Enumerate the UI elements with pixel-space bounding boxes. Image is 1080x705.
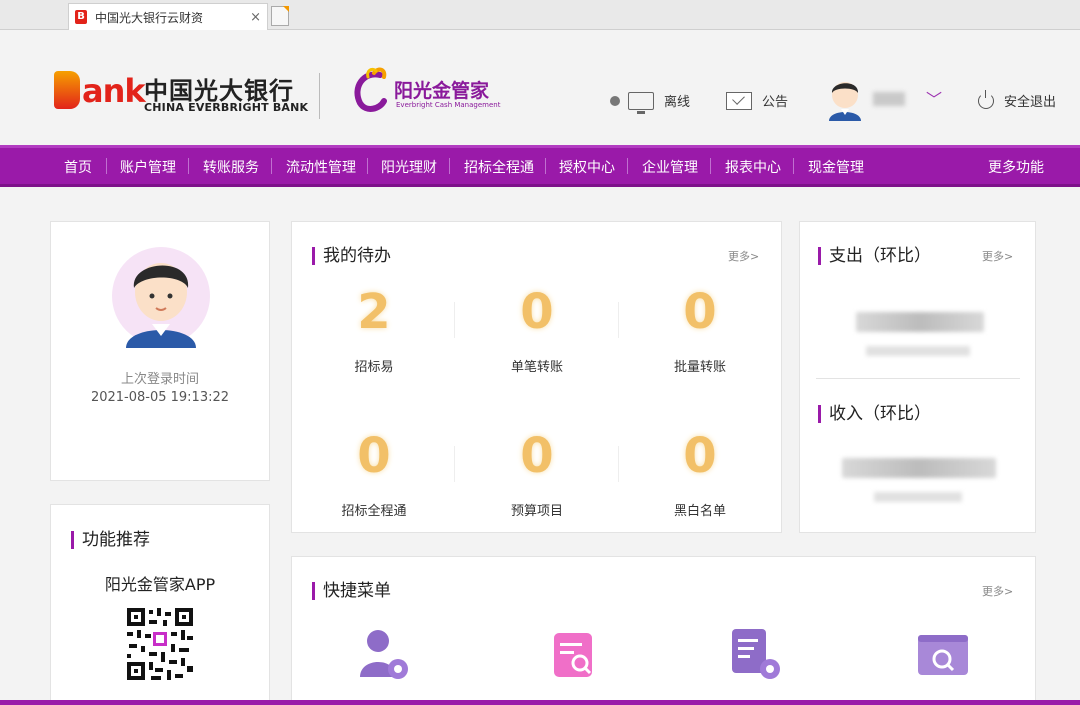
user-settings-icon[interactable]	[358, 627, 412, 683]
todo-divider	[618, 302, 619, 338]
new-tab-icon[interactable]	[271, 6, 289, 26]
nav-item-enterprise[interactable]: 企业管理	[642, 157, 698, 177]
nav-item-cash[interactable]: 现金管理	[808, 157, 864, 177]
todo-label-blacklist: 黑白名单	[673, 504, 726, 519]
todo-count-bidding-easy[interactable]: 2	[344, 284, 404, 340]
nav-item-home[interactable]: 首页	[64, 157, 92, 177]
todo-divider	[618, 446, 619, 482]
bank-logo-mark-icon	[54, 71, 80, 109]
todo-count-single-transfer[interactable]: 0	[507, 284, 567, 340]
nav-divider	[271, 158, 272, 174]
profile-avatar-icon[interactable]	[112, 244, 210, 348]
todo-label-bidding-full: 招标全程通	[341, 504, 407, 519]
todo-count-batch-transfer[interactable]: 0	[670, 284, 730, 340]
nav-divider	[710, 158, 711, 174]
logout-label: 安全退出	[1004, 95, 1057, 110]
income-title: 收入（环比）	[818, 405, 931, 423]
envelope-icon	[726, 91, 752, 110]
todo-divider	[454, 302, 455, 338]
qr-code-icon	[125, 606, 195, 682]
sub-brand-en: Everbright Cash Management	[396, 101, 501, 109]
quick-menu-more-link[interactable]: 更多>	[982, 583, 1013, 599]
nav-divider	[449, 158, 450, 174]
nav-item-accounts[interactable]: 账户管理	[120, 157, 176, 177]
nav-item-bidding[interactable]: 招标全程通	[464, 157, 534, 177]
nav-divider	[627, 158, 628, 174]
username-redacted	[873, 92, 905, 106]
todo-label-batch-transfer: 批量转账	[673, 360, 726, 375]
nav-item-reports[interactable]: 报表中心	[725, 157, 781, 177]
notice-button[interactable]: 公告	[726, 91, 788, 110]
browser-tab-bar: B 中国光大银行云财资 ×	[0, 0, 1080, 30]
profile-card: 上次登录时间 2021-08-05 19:13:22	[50, 221, 270, 481]
finance-card: 支出（环比） 更多> 收入（环比）	[799, 221, 1036, 533]
last-login-label: 上次登录时间	[120, 372, 199, 387]
quick-menu-card: 快捷菜单 更多>	[291, 556, 1036, 705]
sub-brand-cn: 阳光金管家	[394, 80, 490, 102]
quick-menu-title: 快捷菜单	[312, 582, 391, 600]
expense-ratio-redacted	[866, 346, 970, 356]
document-search-icon[interactable]	[548, 627, 602, 683]
recommend-card: 功能推荐 阳光金管家APP	[50, 504, 270, 705]
todo-count-budget-project[interactable]: 0	[507, 428, 567, 484]
todo-more-link[interactable]: 更多>	[728, 248, 759, 264]
page-header: ank 中国光大银行 CHINA EVERBRIGHT BANK 阳光金管家 E…	[0, 31, 1080, 145]
user-avatar-icon[interactable]	[825, 75, 865, 121]
nav-divider	[188, 158, 189, 174]
logout-button[interactable]: 安全退出	[978, 89, 1057, 110]
bottom-accent-bar	[0, 700, 1080, 705]
nav-divider	[545, 158, 546, 174]
todo-label-bidding-easy: 招标易	[354, 360, 394, 375]
offline-label: 离线	[664, 95, 691, 110]
nav-item-liquidity[interactable]: 流动性管理	[286, 157, 356, 177]
last-login-time: 2021-08-05 19:13:22	[90, 390, 230, 405]
expense-amount-redacted	[856, 312, 984, 332]
income-ratio-redacted	[874, 492, 962, 502]
todo-divider	[454, 446, 455, 482]
nav-item-wealth[interactable]: 阳光理财	[381, 157, 437, 177]
nav-divider	[793, 158, 794, 174]
nav-item-transfer[interactable]: 转账服务	[203, 157, 259, 177]
todo-title: 我的待办	[312, 247, 391, 265]
bank-logo-text: ank	[82, 72, 146, 110]
finance-more-link[interactable]: 更多>	[982, 248, 1013, 264]
offline-status-button[interactable]: 离线	[610, 91, 691, 114]
nav-item-authorization[interactable]: 授权中心	[559, 157, 615, 177]
document-settings-icon[interactable]	[730, 627, 784, 683]
nav-divider	[106, 158, 107, 174]
sunshine-logo-icon	[354, 67, 387, 112]
income-amount-redacted	[842, 458, 996, 478]
browser-tab[interactable]: B 中国光大银行云财资 ×	[68, 3, 268, 30]
bank-favicon-icon: B	[75, 10, 87, 24]
browser-tab-title: 中国光大银行云财资	[95, 10, 204, 25]
bank-name-en: CHINA EVERBRIGHT BANK	[144, 101, 309, 114]
todo-label-single-transfer: 单笔转账	[510, 360, 563, 375]
card-search-icon[interactable]	[916, 627, 970, 683]
todo-count-bidding-full[interactable]: 0	[344, 428, 404, 484]
finance-divider	[816, 378, 1020, 379]
power-icon	[978, 89, 994, 109]
app-name: 阳光金管家APP	[104, 575, 216, 594]
todo-label-budget-project: 预算项目	[510, 504, 563, 519]
chevron-down-icon[interactable]: ﹀	[926, 86, 942, 110]
nav-more-button[interactable]: 更多功能	[988, 157, 1044, 177]
recommend-title: 功能推荐	[71, 531, 150, 549]
expense-title: 支出（环比）	[818, 247, 931, 265]
main-nav: 首页 账户管理 转账服务 流动性管理 阳光理财 招标全程通 授权中心 企业管理 …	[0, 145, 1080, 187]
todo-card: 我的待办 更多> 2 招标易 0 单笔转账 0 批量转账 0 招标全程通 0 预…	[291, 221, 782, 533]
logo-divider	[319, 73, 320, 119]
status-dot-icon	[610, 95, 620, 106]
notice-label: 公告	[762, 95, 789, 110]
nav-divider	[367, 158, 368, 174]
monitor-icon	[628, 91, 654, 114]
tab-close-icon[interactable]: ×	[250, 10, 261, 25]
bank-logo[interactable]: ank	[54, 71, 146, 110]
todo-count-blacklist[interactable]: 0	[670, 428, 730, 484]
